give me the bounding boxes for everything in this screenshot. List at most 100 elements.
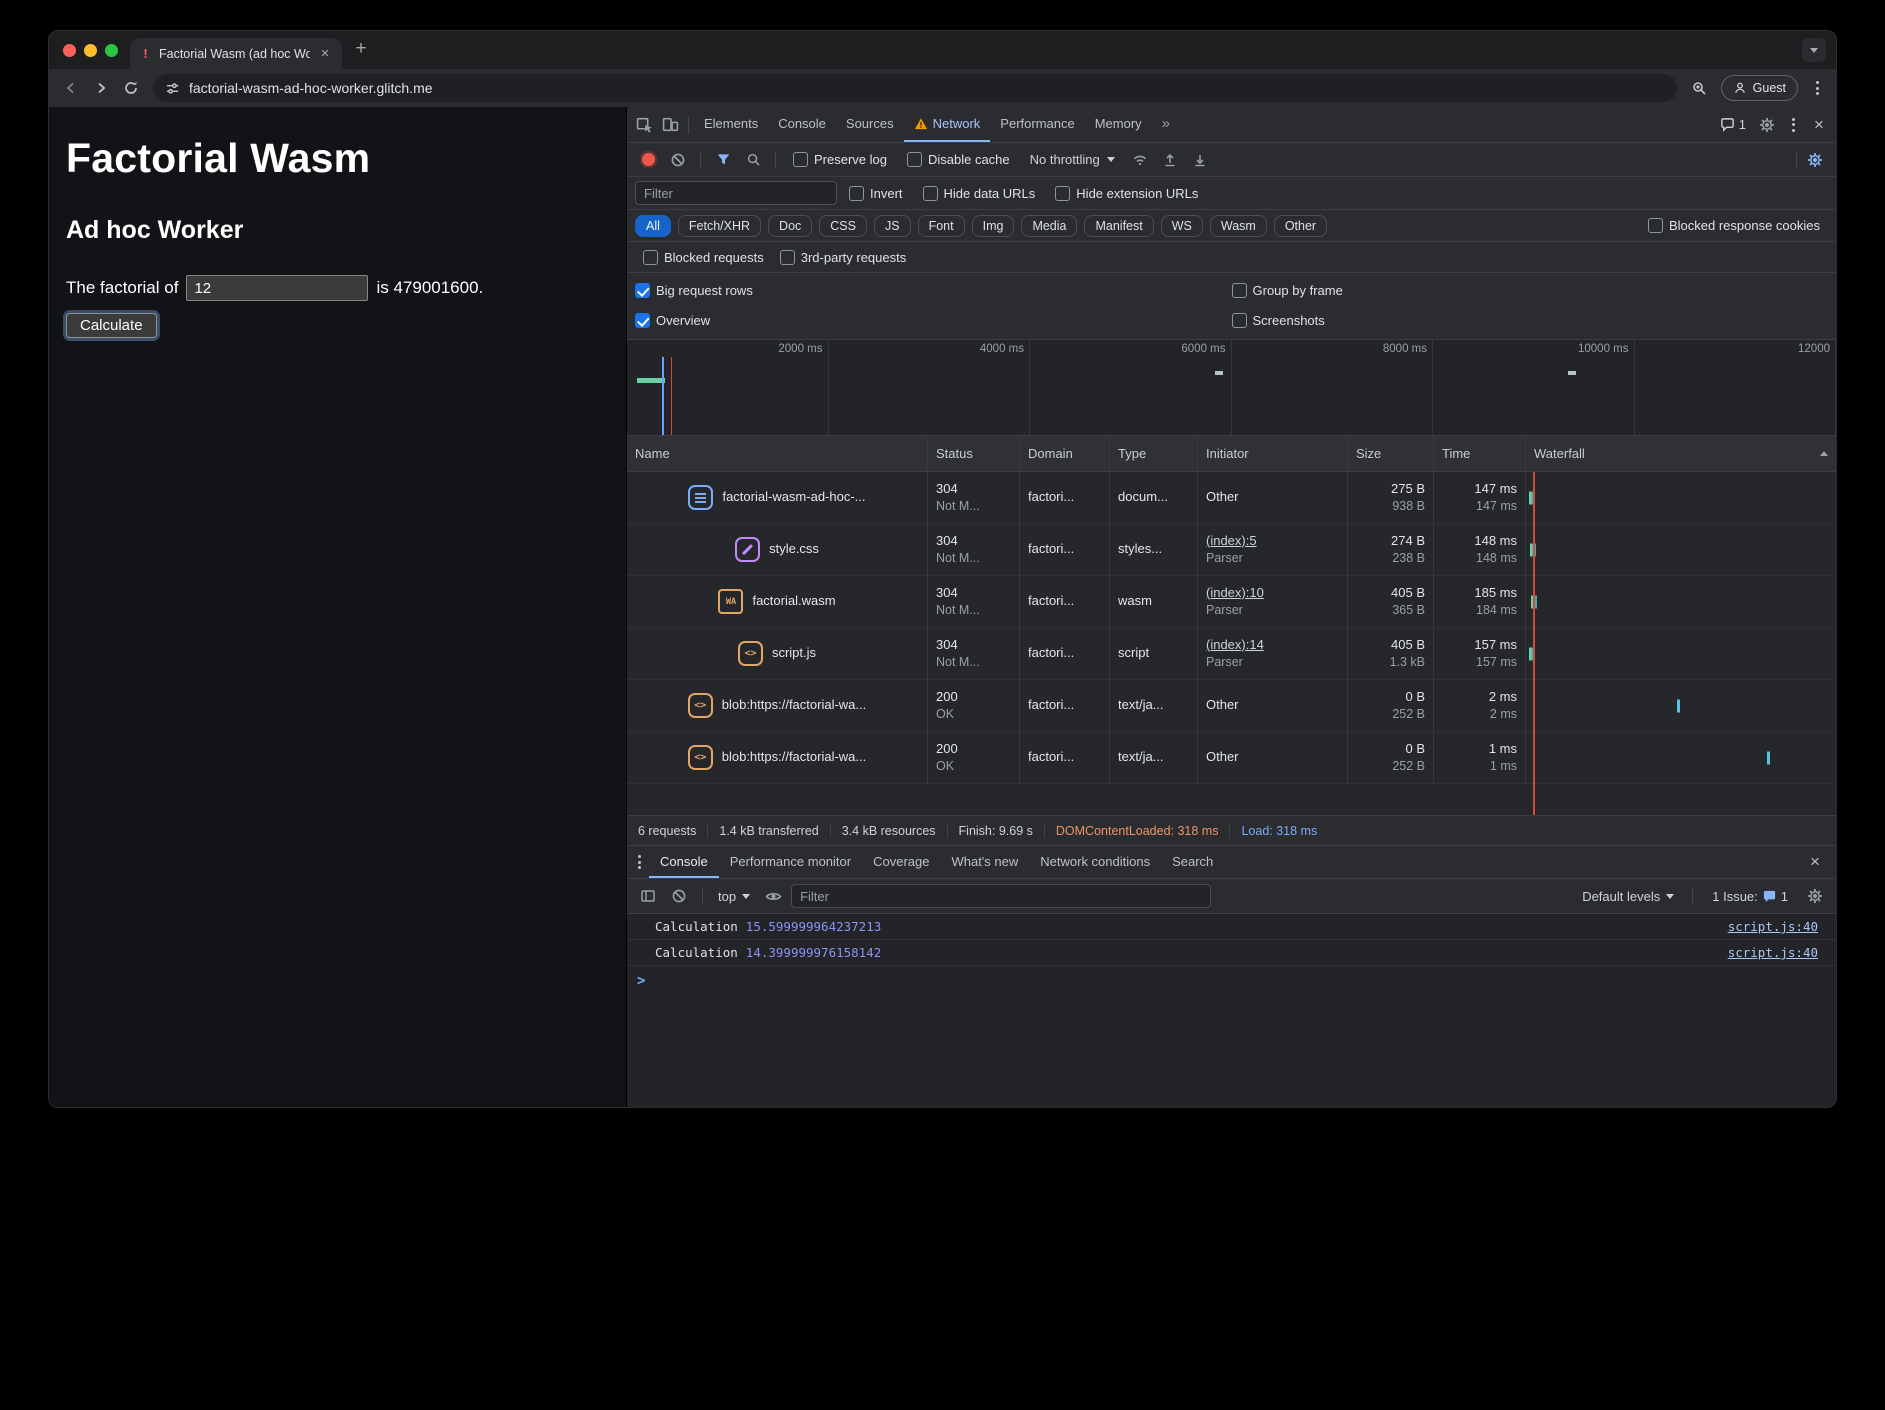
devtools-tab[interactable]: Performance [990, 107, 1084, 142]
console-filter-input[interactable] [791, 884, 1211, 908]
network-overview-timeline[interactable]: 2000 ms 4000 ms 6000 ms 8000 ms [627, 340, 1836, 436]
console-context-dropdown[interactable]: top [713, 889, 755, 904]
request-initiator[interactable]: Other [1206, 696, 1339, 714]
site-settings-icon[interactable] [165, 81, 180, 96]
profile-badge[interactable]: Guest [1721, 75, 1798, 101]
hide-extension-urls-checkbox[interactable]: Hide extension URLs [1047, 186, 1206, 201]
calculate-button[interactable]: Calculate [66, 313, 157, 338]
clear-network-log-icon[interactable] [665, 147, 691, 173]
zoom-icon[interactable] [1685, 74, 1713, 102]
screenshots-checkbox[interactable]: Screenshots [1232, 305, 1829, 335]
drawer-tab[interactable]: Network conditions [1029, 846, 1161, 878]
devtools-settings-icon[interactable] [1754, 112, 1780, 138]
macos-maximize-button[interactable] [105, 44, 118, 57]
resource-filter-chip[interactable]: Manifest [1084, 215, 1153, 237]
resource-filter-chip[interactable]: CSS [819, 215, 867, 237]
macos-minimize-button[interactable] [84, 44, 97, 57]
reload-button[interactable] [117, 74, 145, 102]
more-panels-icon[interactable]: » [1152, 107, 1180, 142]
resource-filter-chip[interactable]: Font [918, 215, 965, 237]
column-header-type[interactable]: Type [1109, 436, 1197, 471]
import-har-icon[interactable] [1157, 147, 1183, 173]
resource-filter-chip[interactable]: Fetch/XHR [678, 215, 761, 237]
request-initiator[interactable]: (index):14 [1206, 636, 1339, 654]
export-har-icon[interactable] [1187, 147, 1213, 173]
factorial-input[interactable] [186, 275, 368, 301]
console-message-source-link[interactable]: script.js:40 [1728, 919, 1818, 934]
big-request-rows-checkbox[interactable]: Big request rows [635, 275, 1232, 305]
column-header-domain[interactable]: Domain [1019, 436, 1109, 471]
resource-filter-chip[interactable]: Img [972, 215, 1015, 237]
drawer-close-ic[interactable]: × [1802, 849, 1828, 875]
drawer-tab[interactable]: What's new [940, 846, 1029, 878]
devtools-tab[interactable]: Sources [836, 107, 904, 142]
forward-button[interactable] [87, 74, 115, 102]
resource-filter-chip[interactable]: Wasm [1210, 215, 1267, 237]
blocked-response-cookies-checkbox[interactable]: Blocked response cookies [1640, 218, 1828, 233]
issues-button[interactable]: 1 [1714, 117, 1752, 132]
console-message[interactable]: Calculation 14.399999976158142 script.js… [627, 940, 1836, 966]
console-prompt[interactable]: > [627, 966, 1836, 996]
hide-data-urls-checkbox[interactable]: Hide data URLs [915, 186, 1044, 201]
drawer-tab[interactable]: Coverage [862, 846, 940, 878]
live-expression-eye-icon[interactable] [760, 883, 786, 909]
devtools-tab[interactable]: Network [904, 107, 991, 142]
resource-filter-chip[interactable]: All [635, 215, 671, 237]
console-issues-button[interactable]: 1 Issue: 1 [1706, 889, 1794, 904]
resource-filter-chip[interactable]: Media [1021, 215, 1077, 237]
resource-filter-chip[interactable]: Doc [768, 215, 812, 237]
search-icon[interactable] [740, 147, 766, 173]
browser-menu-icon[interactable] [1806, 75, 1828, 101]
network-request-row[interactable]: factorial-wasm-ad-hoc-... 304 Not M... f… [627, 472, 1836, 524]
drawer-menu-icon[interactable] [629, 849, 649, 875]
request-initiator[interactable]: Other [1206, 748, 1339, 766]
request-initiator[interactable]: (index):5 [1206, 532, 1339, 550]
back-button[interactable] [57, 74, 85, 102]
resource-filter-chip[interactable]: JS [874, 215, 911, 237]
preserve-log-checkbox[interactable]: Preserve log [785, 152, 895, 167]
column-header-name[interactable]: Name [627, 436, 927, 471]
throttling-dropdown[interactable]: No throttling [1022, 152, 1123, 167]
url-bar[interactable]: factorial-wasm-ad-hoc-worker.glitch.me [153, 74, 1677, 102]
network-settings-icon[interactable] [1802, 147, 1828, 173]
network-filter-input[interactable] [635, 181, 837, 205]
console-settings-icon[interactable] [1802, 883, 1828, 909]
drawer-tab[interactable]: Search [1161, 846, 1224, 878]
network-request-row[interactable]: blob:https://factorial-wa... 200 OK fact… [627, 732, 1836, 784]
clear-console-icon[interactable] [666, 883, 692, 909]
inspect-element-icon[interactable] [631, 112, 657, 138]
request-initiator[interactable]: Other [1206, 488, 1339, 506]
column-header-initiator[interactable]: Initiator [1197, 436, 1347, 471]
drawer-tab[interactable]: Console [649, 846, 719, 878]
resource-filter-chip[interactable]: WS [1161, 215, 1203, 237]
devtools-tab[interactable]: Elements [694, 107, 768, 142]
network-request-row[interactable]: style.css 304 Not M... factori... styles… [627, 524, 1836, 576]
console-sidebar-icon[interactable] [635, 883, 661, 909]
devtools-menu-icon[interactable] [1782, 112, 1804, 138]
network-request-row[interactable]: blob:https://factorial-wa... 200 OK fact… [627, 680, 1836, 732]
tab-search-chevron-icon[interactable] [1802, 38, 1826, 62]
log-levels-dropdown[interactable]: Default levels [1577, 889, 1679, 904]
drawer-tab[interactable]: Performance monitor [719, 846, 862, 878]
filter-icon[interactable] [710, 147, 736, 173]
tab-close-icon[interactable]: × [317, 46, 333, 62]
overview-checkbox[interactable]: Overview [635, 305, 1232, 335]
browser-tab[interactable]: ! Factorial Wasm (ad hoc Work × [130, 38, 342, 69]
device-toolbar-icon[interactable] [657, 112, 683, 138]
new-tab-button[interactable]: + [348, 35, 374, 61]
resource-filter-chip[interactable]: Other [1274, 215, 1327, 237]
column-header-size[interactable]: Size [1347, 436, 1433, 471]
third-party-requests-checkbox[interactable]: 3rd-party requests [772, 250, 915, 265]
column-header-time[interactable]: Time [1433, 436, 1525, 471]
console-message-source-link[interactable]: script.js:40 [1728, 945, 1818, 960]
macos-close-button[interactable] [63, 44, 76, 57]
devtools-tab[interactable]: Console [768, 107, 836, 142]
blocked-requests-checkbox[interactable]: Blocked requests [635, 250, 772, 265]
network-conditions-icon[interactable] [1127, 147, 1153, 173]
network-request-row[interactable]: factorial.wasm 304 Not M... factori... w… [627, 576, 1836, 628]
group-by-frame-checkbox[interactable]: Group by frame [1232, 275, 1829, 305]
invert-checkbox[interactable]: Invert [841, 186, 911, 201]
column-header-waterfall[interactable]: Waterfall [1525, 436, 1836, 471]
request-initiator[interactable]: (index):10 [1206, 584, 1339, 602]
devtools-close-icon[interactable]: × [1806, 112, 1832, 138]
